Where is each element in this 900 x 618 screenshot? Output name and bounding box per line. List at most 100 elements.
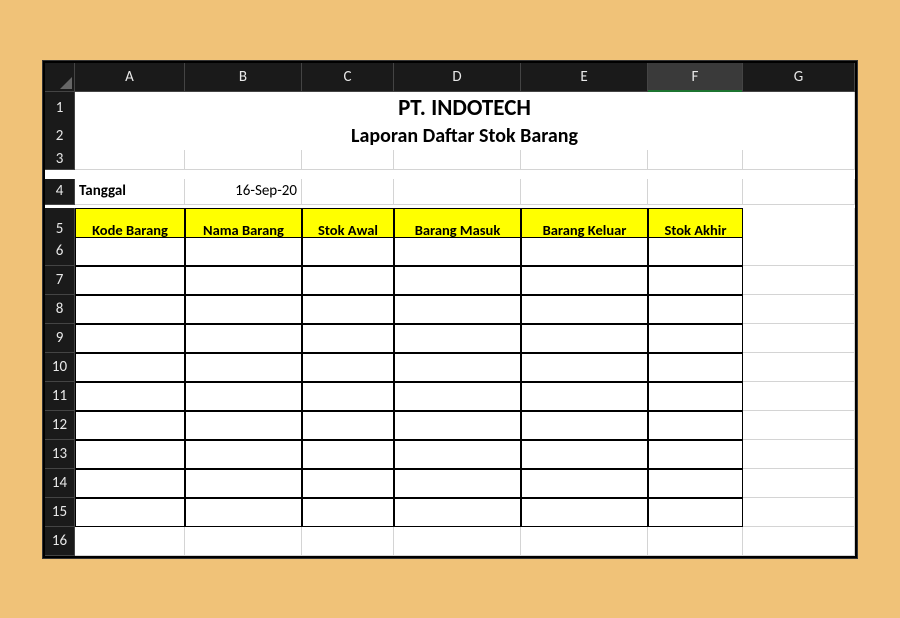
row-header-11[interactable]: 11: [45, 382, 75, 411]
column-header-F[interactable]: F: [648, 63, 743, 92]
table-cell-9-3[interactable]: [394, 324, 521, 353]
table-cell-12-0[interactable]: [75, 411, 185, 440]
row-header-13[interactable]: 13: [45, 440, 75, 469]
table-cell-15-0[interactable]: [75, 498, 185, 527]
table-cell-7-1[interactable]: [185, 266, 302, 295]
table-cell-10-0[interactable]: [75, 353, 185, 382]
table-cell-13-4[interactable]: [521, 440, 648, 469]
cell-4-3[interactable]: [394, 179, 521, 205]
table-cell-13-5[interactable]: [648, 440, 743, 469]
row-header-14[interactable]: 14: [45, 469, 75, 498]
table-cell-15-5[interactable]: [648, 498, 743, 527]
cell-16-6[interactable]: [743, 527, 855, 556]
select-all-corner[interactable]: [45, 63, 75, 92]
table-cell-11-1[interactable]: [185, 382, 302, 411]
table-cell-10-2[interactable]: [302, 353, 394, 382]
table-cell-14-1[interactable]: [185, 469, 302, 498]
cell-3-6[interactable]: [743, 150, 855, 170]
cell-16-5[interactable]: [648, 527, 743, 556]
cell-16-2[interactable]: [302, 527, 394, 556]
column-header-G[interactable]: G: [743, 63, 855, 92]
table-cell-14-5[interactable]: [648, 469, 743, 498]
table-cell-9-2[interactable]: [302, 324, 394, 353]
table-cell-7-3[interactable]: [394, 266, 521, 295]
table-cell-10-4[interactable]: [521, 353, 648, 382]
table-cell-11-0[interactable]: [75, 382, 185, 411]
table-cell-15-3[interactable]: [394, 498, 521, 527]
column-header-C[interactable]: C: [302, 63, 394, 92]
table-cell-6-0[interactable]: [75, 237, 185, 266]
table-cell-8-1[interactable]: [185, 295, 302, 324]
cell-14-G[interactable]: [743, 469, 855, 498]
cell-3-0[interactable]: [75, 150, 185, 170]
table-cell-11-2[interactable]: [302, 382, 394, 411]
cell-3-5[interactable]: [648, 150, 743, 170]
table-cell-8-0[interactable]: [75, 295, 185, 324]
table-cell-10-5[interactable]: [648, 353, 743, 382]
table-cell-7-5[interactable]: [648, 266, 743, 295]
table-cell-8-3[interactable]: [394, 295, 521, 324]
cell-9-G[interactable]: [743, 324, 855, 353]
cell-7-G[interactable]: [743, 266, 855, 295]
cell-10-G[interactable]: [743, 353, 855, 382]
cell-16-0[interactable]: [75, 527, 185, 556]
table-cell-14-4[interactable]: [521, 469, 648, 498]
table-cell-13-1[interactable]: [185, 440, 302, 469]
date-label[interactable]: Tanggal: [75, 179, 185, 205]
row-header-7[interactable]: 7: [45, 266, 75, 295]
cell-16-4[interactable]: [521, 527, 648, 556]
table-cell-13-3[interactable]: [394, 440, 521, 469]
table-cell-8-5[interactable]: [648, 295, 743, 324]
table-cell-13-2[interactable]: [302, 440, 394, 469]
cell-4-2[interactable]: [302, 179, 394, 205]
table-cell-13-0[interactable]: [75, 440, 185, 469]
cell-12-G[interactable]: [743, 411, 855, 440]
table-cell-12-1[interactable]: [185, 411, 302, 440]
table-cell-6-5[interactable]: [648, 237, 743, 266]
table-cell-15-4[interactable]: [521, 498, 648, 527]
table-cell-12-2[interactable]: [302, 411, 394, 440]
table-cell-14-0[interactable]: [75, 469, 185, 498]
spreadsheet-grid[interactable]: ABCDEFG1PT. INDOTECH2Laporan Daftar Stok…: [45, 63, 855, 556]
cell-4-5[interactable]: [648, 179, 743, 205]
cell-6-G[interactable]: [743, 237, 855, 266]
table-cell-14-2[interactable]: [302, 469, 394, 498]
table-cell-8-4[interactable]: [521, 295, 648, 324]
row-header-3[interactable]: 3: [45, 150, 75, 170]
cell-15-G[interactable]: [743, 498, 855, 527]
table-cell-7-0[interactable]: [75, 266, 185, 295]
row-header-6[interactable]: 6: [45, 237, 75, 266]
cell-4-4[interactable]: [521, 179, 648, 205]
column-header-B[interactable]: B: [185, 63, 302, 92]
cell-16-1[interactable]: [185, 527, 302, 556]
cell-4-6[interactable]: [743, 179, 855, 205]
cell-16-3[interactable]: [394, 527, 521, 556]
row-header-2[interactable]: 2: [45, 121, 75, 153]
table-cell-6-2[interactable]: [302, 237, 394, 266]
row-header-8[interactable]: 8: [45, 295, 75, 324]
table-cell-12-5[interactable]: [648, 411, 743, 440]
cell-3-4[interactable]: [521, 150, 648, 170]
table-cell-8-2[interactable]: [302, 295, 394, 324]
table-cell-9-5[interactable]: [648, 324, 743, 353]
cell-3-3[interactable]: [394, 150, 521, 170]
table-cell-6-3[interactable]: [394, 237, 521, 266]
table-cell-11-4[interactable]: [521, 382, 648, 411]
row-header-9[interactable]: 9: [45, 324, 75, 353]
table-cell-9-0[interactable]: [75, 324, 185, 353]
table-cell-10-1[interactable]: [185, 353, 302, 382]
column-header-A[interactable]: A: [75, 63, 185, 92]
table-cell-15-2[interactable]: [302, 498, 394, 527]
column-header-D[interactable]: D: [394, 63, 521, 92]
cell-3-2[interactable]: [302, 150, 394, 170]
table-cell-15-1[interactable]: [185, 498, 302, 527]
table-cell-14-3[interactable]: [394, 469, 521, 498]
table-cell-7-2[interactable]: [302, 266, 394, 295]
table-cell-10-3[interactable]: [394, 353, 521, 382]
table-cell-12-4[interactable]: [521, 411, 648, 440]
row-header-4[interactable]: 4: [45, 179, 75, 205]
table-cell-9-4[interactable]: [521, 324, 648, 353]
cell-11-G[interactable]: [743, 382, 855, 411]
date-value[interactable]: 16-Sep-20: [185, 179, 302, 205]
row-header-16[interactable]: 16: [45, 527, 75, 556]
